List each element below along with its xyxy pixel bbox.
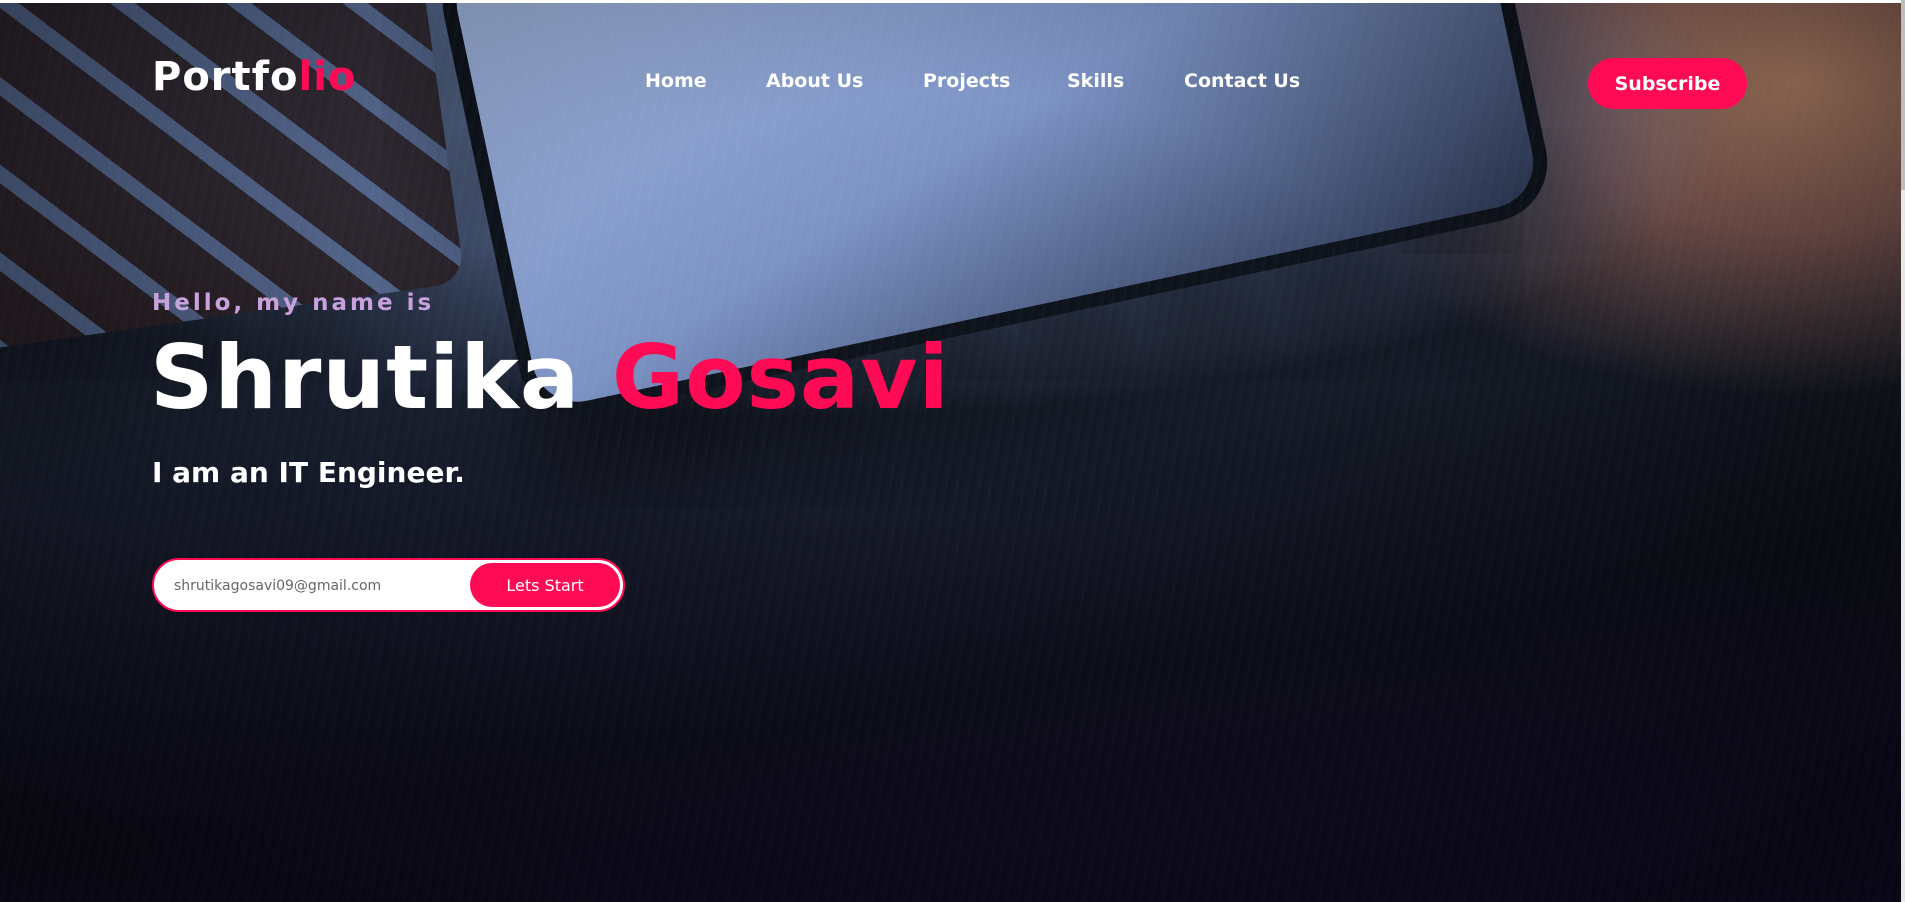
page-scrollbar[interactable] [1901, 0, 1905, 902]
email-signup-form: Lets Start [152, 558, 625, 612]
hero-section [0, 3, 1905, 902]
email-input[interactable] [174, 572, 464, 600]
subscribe-button[interactable]: Subscribe [1588, 58, 1747, 109]
hero-role: I am an IT Engineer. [152, 456, 465, 489]
nav-link-about-us[interactable]: About Us [766, 70, 863, 92]
nav-link-contact-us[interactable]: Contact Us [1184, 70, 1300, 92]
hero-name: Shrutika Gosavi [150, 328, 950, 428]
hero-first-name: Shrutika [150, 326, 581, 429]
hero-greeting: Hello, my name is [152, 290, 435, 316]
scrollbar-thumb[interactable] [1901, 0, 1905, 190]
nav-link-projects[interactable]: Projects [923, 70, 1010, 92]
background-vignette [0, 3, 1905, 902]
nav-link-home[interactable]: Home [645, 70, 707, 92]
hero-last-name: Gosavi [611, 326, 950, 429]
nav-link-skills[interactable]: Skills [1067, 70, 1124, 92]
lets-start-button[interactable]: Lets Start [470, 563, 620, 607]
